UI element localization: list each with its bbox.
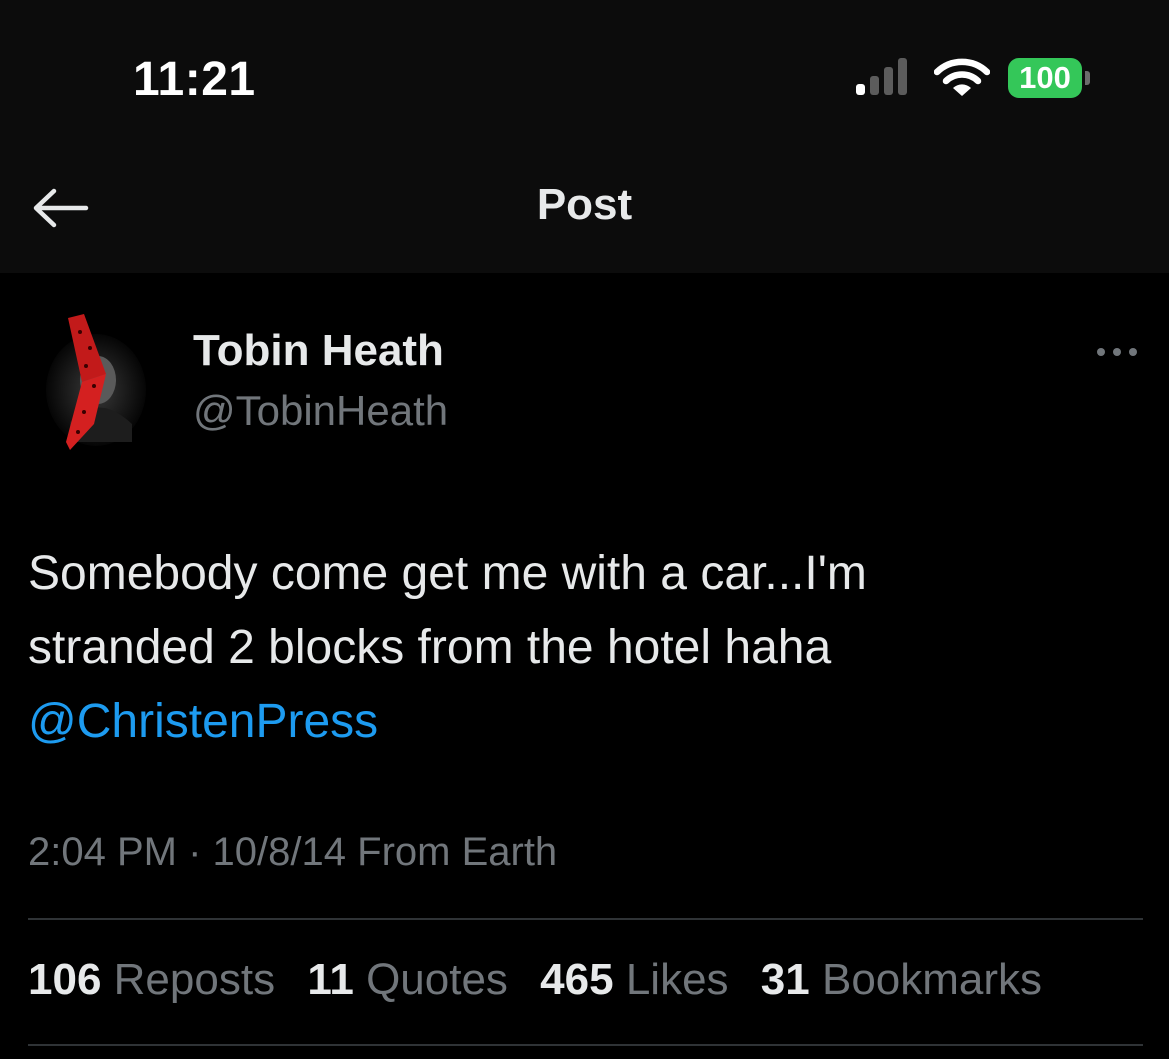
stat-reposts[interactable]: 106 Reposts (28, 955, 275, 1005)
stat-label: Likes (625, 955, 729, 1004)
post-text-line: Somebody come get me with a car...I'm (28, 547, 867, 600)
battery-indicator: 100 (1008, 58, 1090, 98)
avatar[interactable] (40, 312, 152, 452)
stat-count: 465 (540, 955, 614, 1004)
stat-likes[interactable]: 465 Likes (540, 955, 728, 1005)
stat-count: 11 (307, 955, 354, 1004)
post-metadata: 2:04 PM · 10/8/14 From Earth (28, 830, 557, 875)
cellular-signal-icon (856, 58, 907, 95)
author-handle[interactable]: @TobinHeath (193, 387, 448, 435)
post-text: Somebody come get me with a car...I'm st… (28, 537, 1138, 759)
post-time[interactable]: 2:04 PM (28, 830, 177, 874)
more-options-icon[interactable] (1093, 340, 1141, 364)
stat-count: 106 (28, 955, 102, 1004)
stat-label: Reposts (113, 955, 276, 1004)
battery-level: 100 (1019, 60, 1071, 95)
page-title: Post (536, 180, 633, 229)
stat-quotes[interactable]: 11 Quotes (307, 955, 508, 1005)
stat-count: 31 (760, 955, 810, 1004)
post-source: From Earth (357, 830, 558, 874)
meta-separator: · (188, 830, 202, 874)
post-date[interactable]: 10/8/14 (213, 830, 346, 874)
top-bar (0, 0, 1169, 273)
divider (28, 918, 1143, 920)
stat-label: Bookmarks (821, 955, 1043, 1004)
post-stats: 106 Reposts 11 Quotes 465 Likes 31 Bookm… (28, 955, 1062, 1005)
author-display-name[interactable]: Tobin Heath (193, 326, 444, 376)
divider (28, 1044, 1143, 1046)
wifi-icon (934, 58, 990, 96)
mention-link[interactable]: @ChristenPress (28, 685, 1138, 759)
stat-label: Quotes (366, 955, 508, 1004)
post-text-line: stranded 2 blocks from the hotel haha (28, 621, 832, 674)
status-time: 11:21 (133, 53, 256, 106)
stat-bookmarks[interactable]: 31 Bookmarks (761, 955, 1042, 1005)
